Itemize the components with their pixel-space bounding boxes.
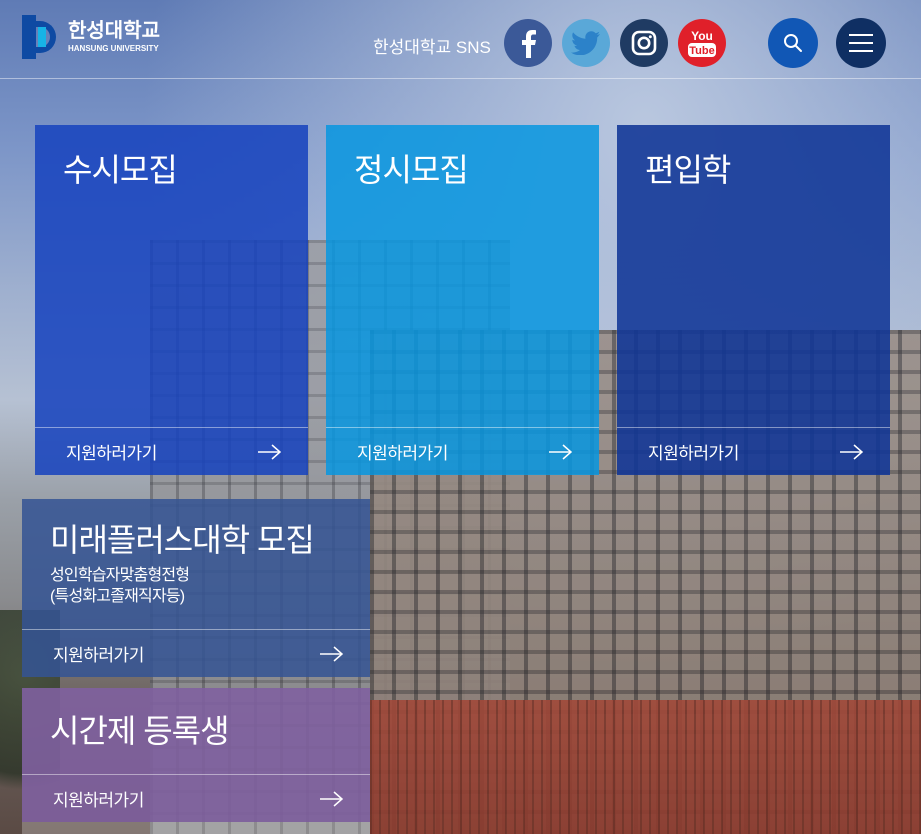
twitter-button[interactable] <box>562 19 610 67</box>
youtube-text-bottom: Tube <box>689 45 714 57</box>
apply-link[interactable]: 지원하러가기 <box>35 427 308 475</box>
next-tile-edge <box>22 822 370 834</box>
jeongsi-admission-tile[interactable]: 정시모집 지원하러가기 <box>326 125 599 475</box>
mirae-plus-admission-tile[interactable]: 미래플러스대학 모집 성인학습자맞춤형전형 (특성화고졸재직자등) 지원하러가기 <box>22 499 370 677</box>
tile-subtitle-line1: 성인학습자맞춤형전형 <box>50 567 190 584</box>
youtube-icon: You Tube <box>688 29 716 57</box>
apply-link-label: 지원하러가기 <box>53 791 144 810</box>
menu-button[interactable] <box>836 18 886 68</box>
youtube-button[interactable]: You Tube <box>678 19 726 67</box>
logo-mark-icon <box>22 15 60 59</box>
apply-link-label: 지원하러가기 <box>53 646 144 665</box>
university-logo[interactable]: 한성대학교 HANSUNG UNIVERSITY <box>22 14 172 60</box>
logo-text: 한성대학교 HANSUNG UNIVERSITY <box>68 21 160 53</box>
facebook-button[interactable] <box>504 19 552 67</box>
arrow-right-icon <box>258 443 282 460</box>
arrow-right-icon <box>320 790 344 807</box>
instagram-icon <box>631 30 657 56</box>
tile-title: 수시모집 <box>63 152 178 188</box>
tile-subtitle: 성인학습자맞춤형전형 (특성화고졸재직자등) <box>50 565 190 607</box>
logo-english: HANSUNG UNIVERSITY <box>68 44 159 53</box>
susi-admission-tile[interactable]: 수시모집 지원하러가기 <box>35 125 308 475</box>
arrow-right-icon <box>840 443 864 460</box>
tile-title: 편입학 <box>645 152 731 188</box>
apply-link-label: 지원하러가기 <box>357 444 448 463</box>
part-time-registration-tile[interactable]: 시간제 등록생 지원하러가기 <box>22 688 370 822</box>
logo-korean: 한성대학교 <box>68 20 160 42</box>
arrow-right-icon <box>320 645 344 662</box>
apply-link[interactable]: 지원하러가기 <box>22 629 370 677</box>
sns-label: 한성대학교 SNS <box>373 38 491 57</box>
apply-link[interactable]: 지원하러가기 <box>22 774 370 822</box>
tile-subtitle-line2: (특성화고졸재직자등) <box>50 588 185 605</box>
apply-link-label: 지원하러가기 <box>66 444 157 463</box>
hamburger-menu-icon <box>849 34 873 52</box>
apply-link[interactable]: 지원하러가기 <box>326 427 599 475</box>
instagram-button[interactable] <box>620 19 668 67</box>
site-header: 한성대학교 HANSUNG UNIVERSITY 한성대학교 SNS You T… <box>0 0 921 79</box>
tile-title: 정시모집 <box>354 152 469 188</box>
arrow-right-icon <box>549 443 573 460</box>
transfer-admission-tile[interactable]: 편입학 지원하러가기 <box>617 125 890 475</box>
search-button[interactable] <box>768 18 818 68</box>
background-roof <box>370 700 921 834</box>
twitter-icon <box>571 31 600 55</box>
tile-title: 시간제 등록생 <box>50 713 230 749</box>
tile-title: 미래플러스대학 모집 <box>50 522 315 558</box>
youtube-text-top: You <box>691 29 713 43</box>
apply-link-label: 지원하러가기 <box>648 444 739 463</box>
search-icon <box>784 34 802 52</box>
apply-link[interactable]: 지원하러가기 <box>617 427 890 475</box>
facebook-icon <box>522 30 536 58</box>
